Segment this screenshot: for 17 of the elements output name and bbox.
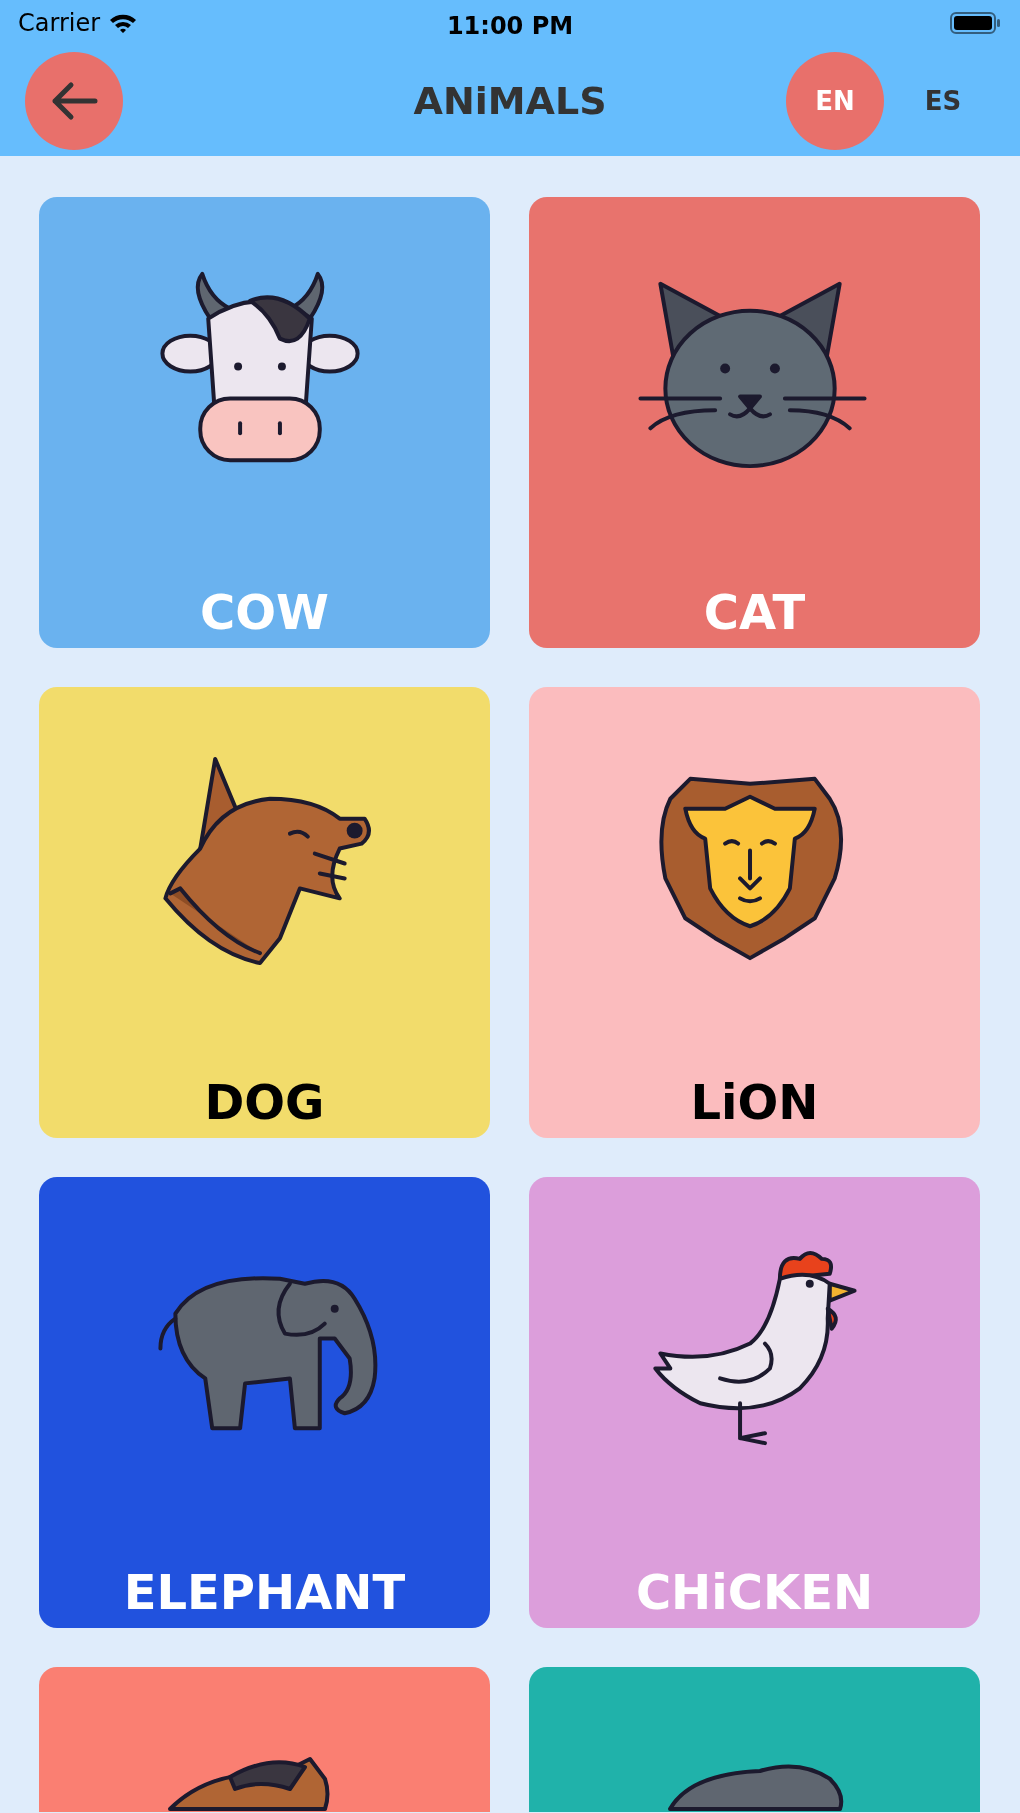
animal-name: LiON [690, 1073, 819, 1132]
animal-card[interactable] [39, 1667, 490, 1812]
animal-name: COW [200, 583, 329, 642]
animal-name: DOG [204, 1073, 325, 1132]
language-tab[interactable]: ES [894, 52, 992, 150]
animal-card[interactable] [529, 1667, 980, 1812]
animal-name: CAT [703, 583, 806, 642]
animal-card[interactable]: DOG [39, 687, 490, 1138]
animal-card[interactable]: ELEPHANT [39, 1177, 490, 1628]
animal-name: CHiCKEN [635, 1563, 874, 1622]
page-title: ANiMALS [413, 77, 607, 125]
battery-icon [950, 11, 1002, 35]
wifi-icon [108, 12, 139, 34]
animal-name: ELEPHANT [123, 1563, 406, 1622]
clock-time: 11:00 PM [446, 11, 574, 42]
carrier-label: Carrier [18, 8, 101, 39]
animal-card[interactable]: LiON [529, 687, 980, 1138]
